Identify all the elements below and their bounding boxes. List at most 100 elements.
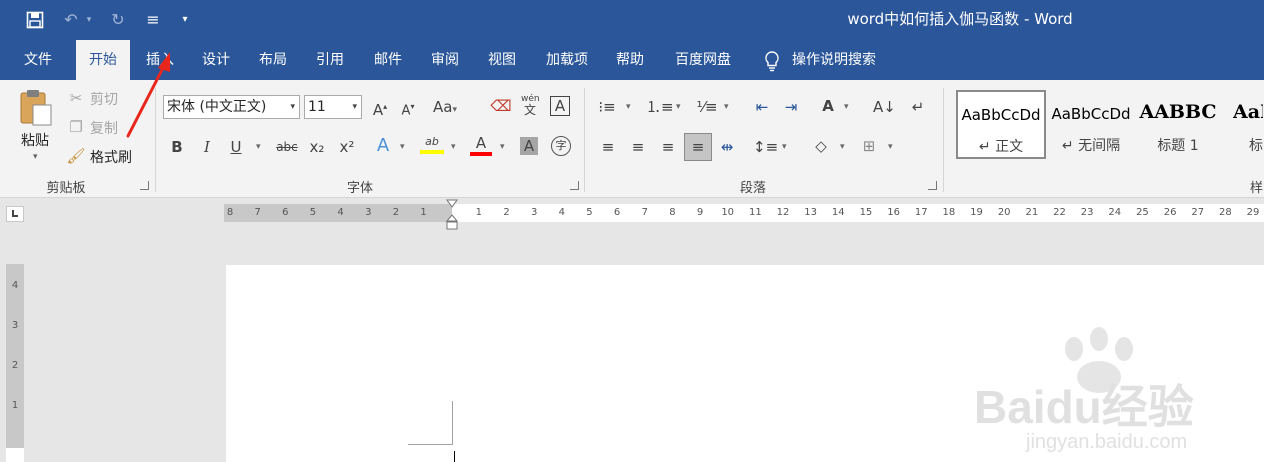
bullets-icon[interactable]: ⁝≡ [596, 97, 618, 117]
ruler-tick: 2 [392, 207, 400, 218]
tab-layout[interactable]: 布局 [247, 40, 299, 80]
undo-icon[interactable]: ↶ [60, 9, 82, 31]
multilevel-list-icon[interactable]: ⅟≡ [696, 97, 718, 117]
align-center-icon[interactable]: ≡ [627, 137, 649, 157]
font-launcher-icon[interactable] [570, 181, 579, 190]
paste-icon[interactable] [18, 88, 58, 128]
ruler-tick: 6 [282, 207, 289, 218]
character-shading-icon[interactable]: A [520, 137, 538, 155]
justify-icon[interactable]: ≡ [684, 133, 712, 161]
tab-mailings[interactable]: 邮件 [362, 40, 414, 80]
style-heading-1[interactable]: AABBC 标题 1 [1136, 90, 1220, 159]
qat-dropdown-icon[interactable]: ▾ [178, 9, 192, 31]
text-effects-icon[interactable]: A [372, 136, 394, 156]
format-painter-icon[interactable]: 🖌 [66, 146, 86, 166]
clipboard-launcher-icon[interactable] [140, 181, 149, 190]
text-effects-dropdown-icon[interactable]: ▾ [400, 142, 405, 152]
style-heading-2[interactable]: AaB 标 [1222, 90, 1264, 159]
font-group-label: 字体 [346, 181, 373, 196]
tab-addins[interactable]: 加载项 [536, 40, 598, 80]
ruler-tick: 4 [337, 207, 344, 218]
highlight-dropdown-icon[interactable]: ▾ [451, 142, 456, 152]
ruler-tick: 16 [887, 207, 900, 218]
ribbon-tab-bar: 文件 开始 插入 设计 布局 引用 邮件 审阅 视图 加载项 帮助 百度网盘 操… [0, 40, 1264, 81]
tell-me-search[interactable]: 操作说明搜索 [792, 40, 892, 80]
increase-indent-icon[interactable]: ⇥ [780, 97, 802, 117]
redo-icon[interactable]: ↻ [107, 9, 129, 31]
cut-button[interactable]: 剪切 [90, 89, 118, 109]
font-size-combo[interactable]: 11 ▾ [304, 95, 362, 119]
vertical-ruler-page-area [6, 448, 24, 462]
bullets-dropdown-icon[interactable]: ▾ [626, 102, 631, 112]
save-icon[interactable] [24, 9, 46, 31]
shading-dropdown-icon[interactable]: ▾ [840, 142, 845, 152]
decrease-indent-icon[interactable]: ⇤ [751, 97, 773, 117]
clear-formatting-icon[interactable]: ⌫ [490, 96, 512, 116]
cut-icon[interactable]: ✂ [66, 88, 86, 108]
copy-button[interactable]: 复制 [90, 118, 118, 138]
align-left-icon[interactable]: ≡ [597, 137, 619, 157]
margin-crop-mark [452, 401, 453, 445]
tab-baidu-netdisk[interactable]: 百度网盘 [664, 40, 742, 80]
multilevel-dropdown-icon[interactable]: ▾ [724, 102, 729, 112]
document-page[interactable]: Baidu经验 jingyan.baidu.com [226, 265, 1264, 462]
superscript-button[interactable]: x² [336, 137, 358, 157]
customize-icon[interactable]: ≡ [142, 9, 164, 31]
tab-selector[interactable] [6, 206, 24, 222]
sort-icon[interactable]: A↓ [873, 97, 896, 117]
paragraph-launcher-icon[interactable] [928, 181, 937, 190]
enclose-characters-icon[interactable]: 字 [551, 136, 571, 156]
group-divider [584, 88, 585, 192]
highlight-color-icon[interactable]: ab [420, 135, 444, 159]
first-line-indent-marker[interactable] [446, 198, 458, 208]
format-painter-button[interactable]: 格式刷 [90, 147, 132, 167]
numbering-dropdown-icon[interactable]: ▾ [676, 102, 681, 112]
tab-review[interactable]: 审阅 [419, 40, 471, 80]
italic-button[interactable]: I [197, 137, 217, 157]
borders-dropdown-icon[interactable]: ▾ [888, 142, 893, 152]
show-marks-icon[interactable]: ↵ [907, 97, 929, 117]
font-name-combo[interactable]: 宋体 (中文正文) ▾ [163, 95, 300, 119]
align-right-icon[interactable]: ≡ [657, 137, 679, 157]
undo-dropdown-icon[interactable]: ▾ [83, 9, 95, 31]
tab-view[interactable]: 视图 [476, 40, 528, 80]
hanging-indent-marker[interactable] [445, 214, 459, 230]
underline-button[interactable]: U [226, 137, 246, 157]
shading-icon[interactable]: ◇ [810, 136, 832, 156]
underline-dropdown-icon[interactable]: ▾ [256, 142, 261, 152]
chevron-down-icon: ▾ [290, 102, 295, 112]
font-color-dropdown-icon[interactable]: ▾ [500, 142, 505, 152]
paste-button[interactable]: 粘贴 [21, 130, 49, 150]
shrink-font-icon[interactable]: A▾ [398, 97, 418, 121]
line-spacing-icon[interactable]: ↕≡ [753, 137, 778, 157]
strikethrough-button[interactable]: abc [274, 137, 300, 157]
phonetic-guide-icon[interactable]: wén 文 [521, 94, 540, 116]
tab-file[interactable]: 文件 [10, 40, 66, 80]
asian-layout-dropdown-icon[interactable]: ▾ [844, 102, 849, 112]
ruler-tick: 21 [1025, 207, 1039, 218]
tab-insert[interactable]: 插入 [134, 40, 186, 80]
grow-font-icon[interactable]: A▴ [370, 97, 390, 120]
distributed-icon[interactable]: ⇹ [716, 137, 738, 157]
change-case-icon[interactable]: Aa▾ [433, 97, 457, 120]
copy-icon[interactable]: ❐ [66, 117, 86, 137]
tab-home[interactable]: 开始 [76, 40, 130, 81]
tab-references[interactable]: 引用 [304, 40, 356, 80]
tab-help[interactable]: 帮助 [604, 40, 656, 80]
style-normal[interactable]: AaBbCcDd ↵ 正文 [956, 90, 1046, 159]
asian-layout-icon[interactable]: A [817, 96, 839, 116]
borders-icon[interactable]: ⊞ [858, 136, 880, 156]
line-spacing-dropdown-icon[interactable]: ▾ [782, 142, 787, 152]
ribbon: 粘贴 ▾ ✂ 剪切 ❐ 复制 🖌 格式刷 剪贴板 宋体 (中文正文) ▾ 11 ▾ … [0, 80, 1264, 198]
font-color-icon[interactable]: A [470, 135, 492, 159]
ruler-tick: 15 [859, 207, 873, 218]
bold-button[interactable]: B [167, 137, 187, 157]
character-border-icon[interactable]: A [550, 96, 570, 116]
tab-design[interactable]: 设计 [190, 40, 242, 80]
subscript-button[interactable]: x₂ [306, 137, 328, 157]
ruler-tick: 29 [1246, 207, 1260, 218]
style-no-spacing[interactable]: AaBbCcDd ↵ 无间隔 [1046, 90, 1136, 159]
paste-dropdown-icon[interactable]: ▾ [33, 152, 38, 162]
ruler-tick: 10 [721, 207, 735, 218]
numbering-icon[interactable]: ⒈≡ [646, 97, 674, 117]
